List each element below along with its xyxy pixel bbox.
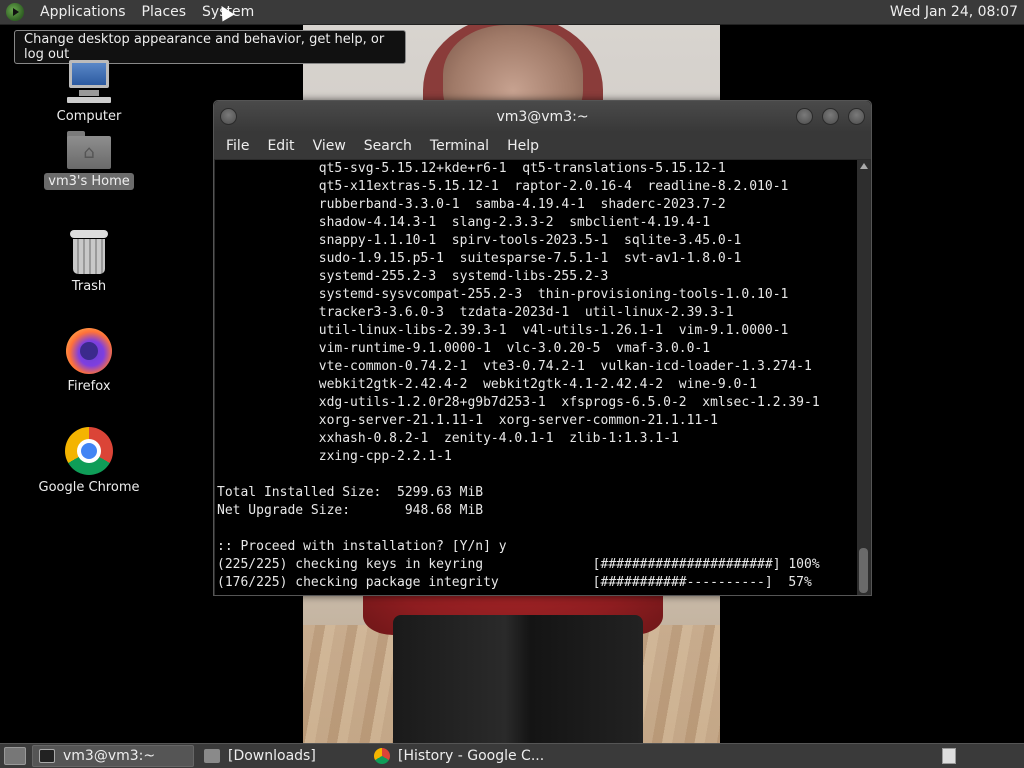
computer-icon — [65, 60, 113, 104]
terminal-line: xxhash-0.8.2-1 zenity-4.0.1-1 zlib-1:1.3… — [217, 431, 679, 446]
terminal-line: zxing-cpp-2.2.1-1 — [217, 449, 452, 464]
desktop-icon-label: Firefox — [67, 379, 111, 394]
chrome-icon — [374, 748, 390, 764]
terminal-line: util-linux-libs-2.39.3-1 v4l-utils-1.26.… — [217, 323, 789, 338]
desktop-icon-label: Computer — [56, 109, 122, 124]
taskbar-item-chrome-history[interactable]: [History - Google C... — [368, 745, 550, 767]
maximize-button[interactable] — [822, 108, 839, 125]
terminal-line: (176/225) checking package integrity [##… — [217, 575, 812, 590]
firefox-icon — [66, 328, 112, 374]
terminal-line: tracker3-3.6.0-3 tzdata-2023d-1 util-lin… — [217, 305, 734, 320]
terminal-line: qt5-svg-5.15.12+kde+r6-1 qt5-translation… — [217, 161, 726, 176]
menu-file[interactable]: File — [217, 138, 258, 154]
taskbar-item-label: [Downloads] — [228, 748, 316, 764]
menu-places[interactable]: Places — [134, 4, 195, 20]
terminal-line: vte-common-0.74.2-1 vte3-0.74.2-1 vulkan… — [217, 359, 812, 374]
trash-icon — [70, 230, 108, 274]
terminal-line: xorg-server-21.1.11-1 xorg-server-common… — [217, 413, 718, 428]
terminal-titlebar[interactable]: vm3@vm3:~ — [214, 101, 871, 132]
desktop-icon-chrome[interactable]: Google Chrome — [34, 427, 144, 496]
system-menu-tooltip: Change desktop appearance and behavior, … — [14, 30, 406, 64]
terminal-line: qt5-x11extras-5.15.12-1 raptor-2.0.16-4 … — [217, 179, 789, 194]
distro-logo-icon[interactable] — [6, 3, 24, 21]
close-button[interactable] — [848, 108, 865, 125]
wallpaper-legs — [393, 615, 643, 743]
terminal-icon — [39, 749, 55, 763]
taskbar-item-label: vm3@vm3:~ — [63, 748, 156, 764]
clock[interactable]: Wed Jan 24, 08:07 — [890, 4, 1024, 20]
desktop-icon-computer[interactable]: Computer — [34, 60, 144, 125]
minimize-button[interactable] — [796, 108, 813, 125]
terminal-line: Total Installed Size: 5299.63 MiB — [217, 485, 484, 500]
terminal-line: Net Upgrade Size: 948.68 MiB — [217, 503, 484, 518]
desktop-icon-home[interactable]: ⌂ vm3's Home — [34, 131, 144, 190]
scroll-up-arrow-icon[interactable] — [859, 163, 868, 169]
terminal-scrollbar[interactable] — [857, 160, 870, 595]
terminal-line: (225/225) checking keys in keyring [####… — [217, 557, 820, 572]
terminal-line: snappy-1.1.10-1 spirv-tools-2023.5-1 sql… — [217, 233, 742, 248]
desktop-icon-trash[interactable]: Trash — [34, 230, 144, 295]
menu-help[interactable]: Help — [498, 138, 548, 154]
terminal-line: webkit2gtk-2.42.4-2 webkit2gtk-4.1-2.42.… — [217, 377, 758, 392]
terminal-line: :: Proceed with installation? [Y/n] y — [217, 539, 507, 554]
desktop-icon-label: vm3's Home — [44, 173, 134, 190]
top-panel: Applications Places System Wed Jan 24, 0… — [0, 0, 1024, 25]
taskbar-item-label: [History - Google C... — [398, 748, 545, 764]
terminal-output[interactable]: qt5-svg-5.15.12+kde+r6-1 qt5-translation… — [215, 160, 858, 595]
chrome-icon — [65, 427, 113, 475]
menu-view[interactable]: View — [304, 138, 355, 154]
terminal-line: systemd-255.2-3 systemd-libs-255.2-3 — [217, 269, 609, 284]
taskbar-item-terminal[interactable]: vm3@vm3:~ — [32, 745, 194, 767]
terminal-line: vim-runtime-9.1.0000-1 vlc-3.0.20-5 vmaf… — [217, 341, 711, 356]
desktop-icon-label: Google Chrome — [38, 480, 140, 495]
terminal-menubar: File Edit View Search Terminal Help — [214, 132, 871, 159]
taskbar-item-downloads[interactable]: [Downloads] — [198, 745, 364, 767]
terminal-line: xdg-utils-1.2.0r28+g9b7d253-1 xfsprogs-6… — [217, 395, 820, 410]
terminal-line: systemd-sysvcompat-255.2-3 thin-provisio… — [217, 287, 789, 302]
menu-applications[interactable]: Applications — [32, 4, 134, 20]
window-menu-button[interactable] — [220, 108, 237, 125]
menu-terminal[interactable]: Terminal — [421, 138, 498, 154]
menu-edit[interactable]: Edit — [258, 138, 303, 154]
bottom-panel: vm3@vm3:~ [Downloads] [History - Google … — [0, 743, 1024, 768]
desktop-icon-firefox[interactable]: Firefox — [34, 328, 144, 395]
show-desktop-button[interactable] — [4, 747, 26, 765]
scrollbar-thumb[interactable] — [859, 548, 868, 593]
terminal-line: rubberband-3.3.0-1 samba-4.19.4-1 shader… — [217, 197, 726, 212]
terminal-title: vm3@vm3:~ — [496, 108, 589, 125]
terminal-window[interactable]: vm3@vm3:~ File Edit View Search Terminal… — [213, 100, 872, 596]
terminal-line: sudo-1.9.15.p5-1 suitesparse-7.5.1-1 svt… — [217, 251, 742, 266]
trash-applet-icon[interactable] — [942, 748, 956, 764]
menu-search[interactable]: Search — [355, 138, 421, 154]
folder-icon — [204, 749, 220, 763]
home-folder-icon: ⌂ — [67, 131, 111, 169]
desktop-icon-label: Trash — [71, 279, 107, 294]
terminal-line: shadow-4.14.3-1 slang-2.3.3-2 smbclient-… — [217, 215, 711, 230]
